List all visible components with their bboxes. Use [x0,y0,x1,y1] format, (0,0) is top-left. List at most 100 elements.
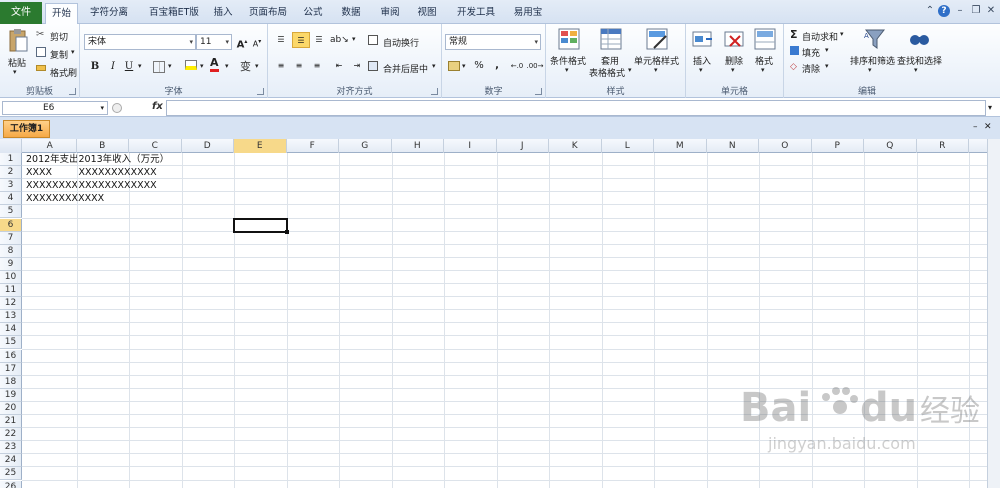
decrease-decimal-icon[interactable]: .00→ [526,58,544,74]
row-header-17[interactable]: 17 [0,362,22,376]
column-header-e[interactable]: E [234,139,287,153]
formula-cancel-icon[interactable] [112,103,122,113]
row-header-26[interactable]: 26 [0,480,22,488]
column-header-p[interactable]: P [812,139,864,153]
border-dropdown-icon[interactable]: ▾ [168,62,172,70]
formula-input[interactable] [166,100,986,116]
row-header-23[interactable]: 23 [0,441,22,455]
number-format-combo[interactable]: 常规 ▾ [445,34,541,50]
tab-review[interactable]: 审阅 [377,3,403,24]
orientation-icon[interactable]: ab↘ [330,32,349,48]
font-color-icon[interactable]: A [210,57,219,72]
shrink-font-button[interactable]: A▾ [248,34,266,50]
conditional-dropdown-icon[interactable]: ▾ [565,66,569,74]
cell-styles-dropdown-icon[interactable]: ▾ [654,66,658,74]
accounting-dropdown-icon[interactable]: ▾ [462,62,466,70]
row-header-7[interactable]: 7 [0,231,22,245]
insert-dropdown-icon[interactable]: ▾ [699,66,703,74]
column-header-c[interactable]: C [129,139,182,153]
row-header-25[interactable]: 25 [0,467,22,481]
align-middle-icon[interactable]: ☰ [292,32,310,48]
column-header-i[interactable]: I [444,139,497,153]
format-painter-button[interactable]: 格式刷 [50,66,77,79]
row-header-10[interactable]: 10 [0,270,22,284]
cell-b3[interactable]: XXXXXXXXXXXX [77,179,235,192]
find-select-button[interactable]: 查找和选择 [897,54,942,67]
cut-button[interactable]: 剪切 [50,30,68,43]
increase-decimal-icon[interactable]: ←.0 [508,58,526,74]
name-box[interactable]: E6 ▾ [2,101,108,115]
tab-char-split[interactable]: 字符分离 [84,3,134,24]
fill-button[interactable]: 填充 [802,46,820,59]
underline-dropdown-icon[interactable]: ▾ [138,62,142,70]
column-header-m[interactable]: M [654,139,707,153]
cell-a3[interactable]: XXXXXXXXXXXX [24,179,77,192]
workbook-tab[interactable]: 工作簿1 [3,120,50,138]
name-box-dropdown-icon[interactable]: ▾ [100,102,104,114]
tab-formulas[interactable]: 公式 [300,3,326,24]
wrap-text-button[interactable]: 自动换行 [383,36,419,49]
row-header-4[interactable]: 4 [0,192,22,206]
row-header-13[interactable]: 13 [0,310,22,324]
column-header-n[interactable]: N [707,139,759,153]
cell-b2[interactable]: XXXXXXXXXXXX [77,166,235,179]
row-header-12[interactable]: 12 [0,297,22,311]
row-header-11[interactable]: 11 [0,284,22,298]
fill-dropdown-icon[interactable]: ▾ [825,46,829,54]
column-header-l[interactable]: L [602,139,654,153]
delete-dropdown-icon[interactable]: ▾ [731,66,735,74]
row-header-1[interactable]: 1 [0,153,22,167]
font-name-dropdown-icon[interactable]: ▾ [189,35,193,49]
column-header-k[interactable]: K [549,139,602,153]
align-right-icon[interactable]: ≡ [308,58,326,74]
row-header-21[interactable]: 21 [0,415,22,429]
clear-button[interactable]: 清除 [802,62,820,75]
border-icon[interactable] [153,61,165,73]
cell-a2[interactable]: XXXX [24,166,77,179]
decrease-indent-icon[interactable]: ⇤ [330,58,348,74]
tab-page-layout[interactable]: 页面布局 [247,3,289,24]
align-center-icon[interactable]: ≡ [290,58,308,74]
column-header-b[interactable]: B [77,139,129,153]
font-name-combo[interactable]: 宋体 ▾ [84,34,196,50]
insert-function-icon[interactable]: fx [152,101,163,112]
workbook-minimize-icon[interactable]: – [973,122,978,132]
file-menu-button[interactable]: 文件 [0,2,42,24]
row-header-3[interactable]: 3 [0,179,22,193]
column-header-d[interactable]: D [182,139,234,153]
tab-baibaoxiang[interactable]: 百宝箱ET版 [140,3,208,24]
merge-dropdown-icon[interactable]: ▾ [432,62,436,70]
number-dialog-launcher-icon[interactable] [535,88,542,95]
column-header-o[interactable]: O [759,139,812,153]
row-header-16[interactable]: 16 [0,349,22,363]
row-header-14[interactable]: 14 [0,323,22,337]
row-header-22[interactable]: 22 [0,428,22,442]
comma-button[interactable]: , [488,58,506,74]
row-header-9[interactable]: 9 [0,257,22,271]
row-header-2[interactable]: 2 [0,166,22,180]
font-size-combo[interactable]: 11 ▾ [196,34,232,50]
restore-icon[interactable]: ❐ [970,5,982,17]
bold-button[interactable]: B [86,59,104,75]
tab-developer[interactable]: 开发工具 [453,3,499,24]
merge-center-button[interactable]: 合并后居中 [383,62,428,75]
format-dropdown-icon[interactable]: ▾ [761,66,765,74]
column-header-q[interactable]: Q [864,139,917,153]
close-icon[interactable]: ✕ [985,5,997,17]
row-header-8[interactable]: 8 [0,244,22,258]
fill-color-icon[interactable] [185,60,197,70]
row-header-5[interactable]: 5 [0,205,22,219]
autosum-dropdown-icon[interactable]: ▾ [840,30,844,38]
autosum-button[interactable]: 自动求和 [802,30,838,43]
column-header-g[interactable]: G [339,139,392,153]
row-header-20[interactable]: 20 [0,401,22,415]
tab-easy-use[interactable]: 易用宝 [510,3,546,24]
row-header-24[interactable]: 24 [0,454,22,468]
font-size-dropdown-icon[interactable]: ▾ [225,35,229,49]
copy-dropdown-icon[interactable]: ▾ [71,48,75,56]
tab-insert[interactable]: 插入 [210,3,236,24]
column-header-f[interactable]: F [287,139,339,153]
sort-filter-button[interactable]: 排序和筛选 [850,54,895,67]
paste-icon[interactable] [8,28,28,54]
ribbon-collapse-icon[interactable]: ⌃ [924,5,936,17]
